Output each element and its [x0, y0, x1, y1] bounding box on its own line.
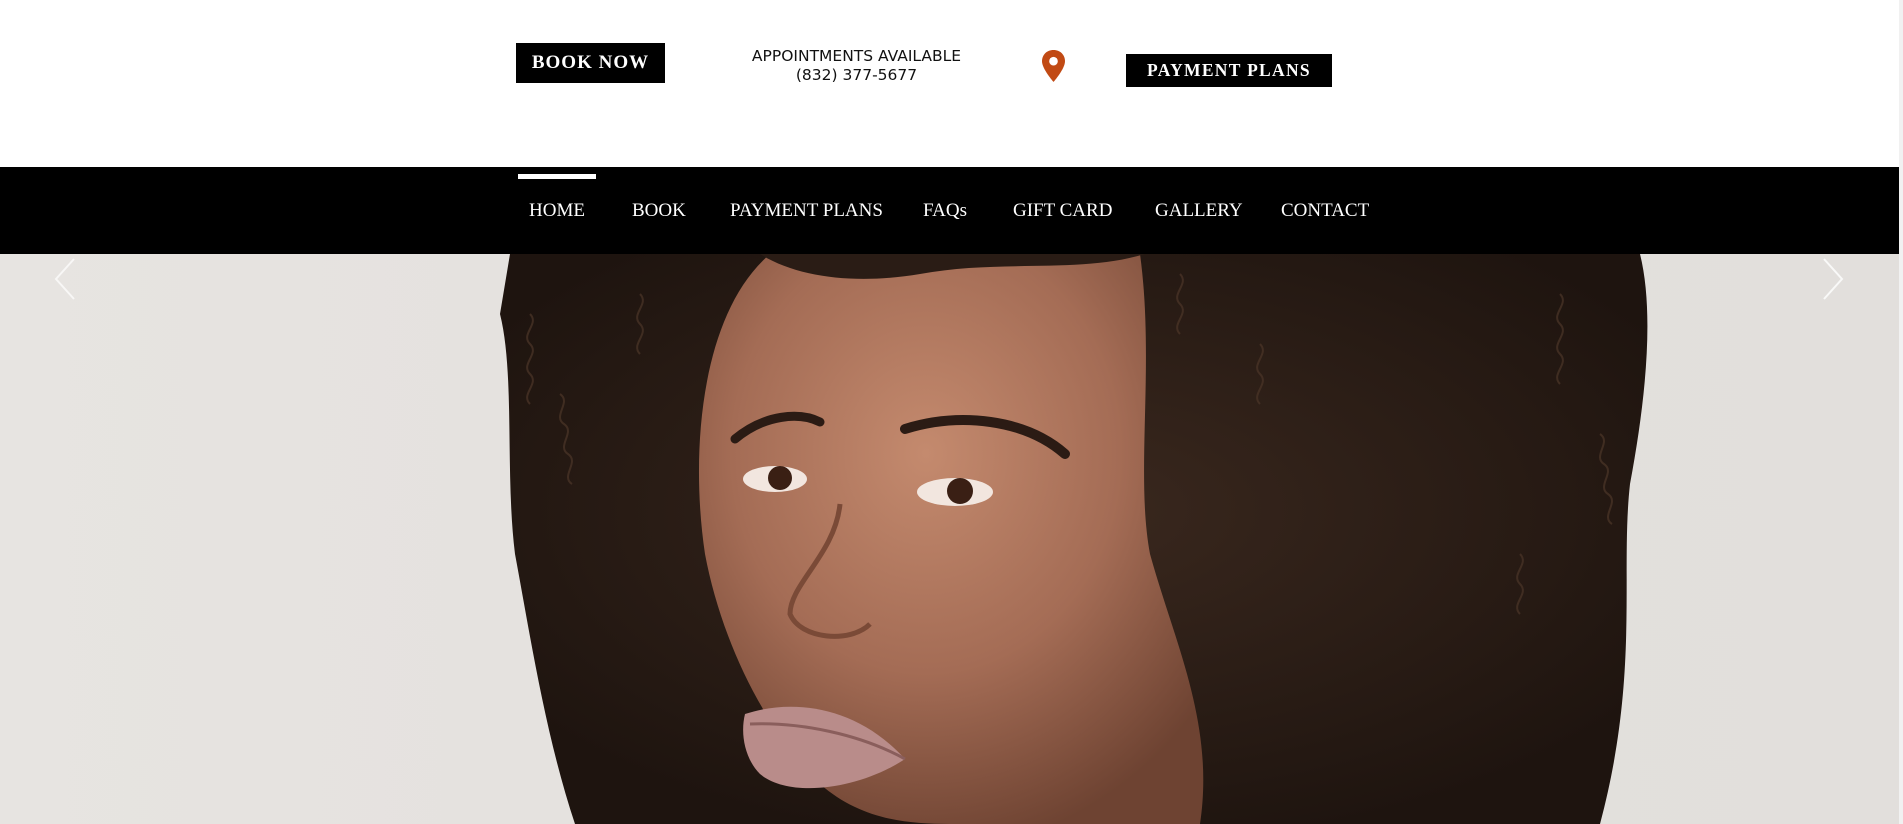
appointments-available-text: APPOINTMENTS AVAILABLE — [751, 47, 962, 65]
site-header: BOOK NOW APPOINTMENTS AVAILABLE (832) 37… — [0, 0, 1899, 167]
payment-plans-button[interactable]: PAYMENT PLANS — [1126, 54, 1332, 87]
nav-item-contact[interactable]: CONTACT — [1281, 167, 1369, 254]
main-navigation: HOME BOOK PAYMENT PLANS FAQs GIFT CARD G… — [0, 167, 1899, 254]
phone-number[interactable]: (832) 377-5677 — [730, 66, 983, 85]
nav-item-gallery[interactable]: GALLERY — [1155, 167, 1243, 254]
book-now-button[interactable]: BOOK NOW — [516, 43, 665, 83]
nav-item-home[interactable]: HOME — [529, 167, 585, 254]
nav-item-faqs[interactable]: FAQs — [923, 167, 967, 254]
map-pin-icon[interactable] — [1041, 49, 1066, 83]
nav-item-payment-plans[interactable]: PAYMENT PLANS — [730, 167, 883, 254]
chevron-right-icon[interactable] — [1818, 254, 1848, 304]
scrollbar[interactable] — [1899, 0, 1903, 824]
appointments-info: APPOINTMENTS AVAILABLE (832) 377-5677 — [730, 47, 983, 85]
hero-portrait-image — [500, 254, 1648, 824]
hero-slideshow — [0, 254, 1899, 824]
nav-item-book[interactable]: BOOK — [632, 167, 686, 254]
nav-item-gift-card[interactable]: GIFT CARD — [1013, 167, 1112, 254]
chevron-left-icon[interactable] — [50, 254, 80, 304]
